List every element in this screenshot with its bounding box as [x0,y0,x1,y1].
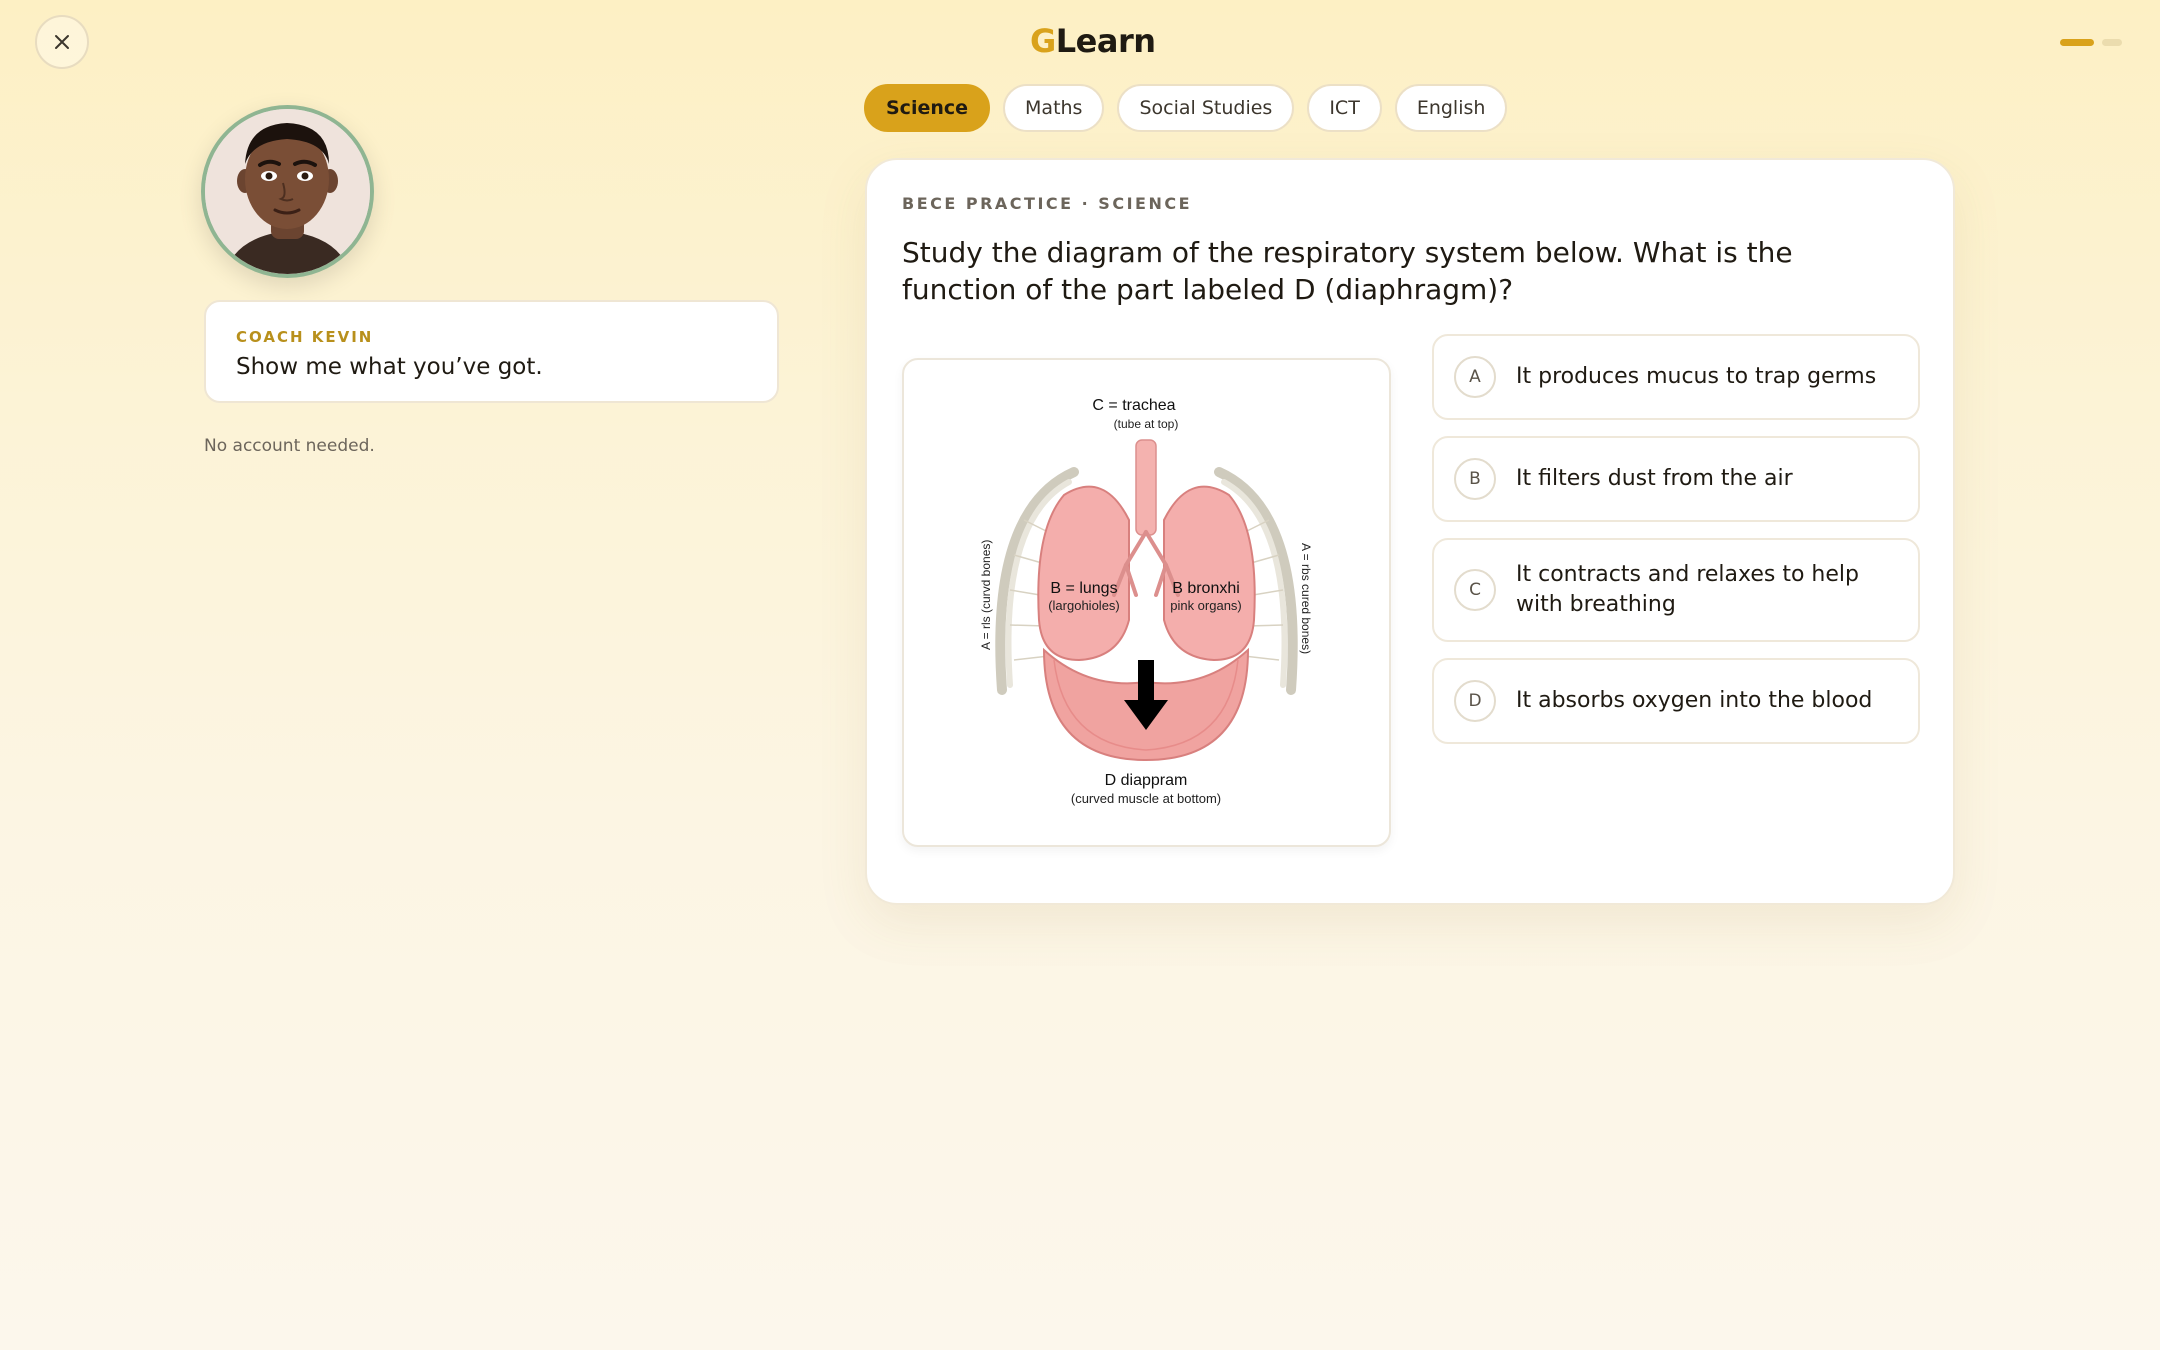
respiratory-diagram: C = trachea (tube at top) B = lungs (lar… [902,358,1391,847]
option-a[interactable]: A It produces mucus to trap germs [1432,334,1920,420]
account-note: No account needed. [204,436,375,456]
logo-text: Learn [1055,22,1156,60]
option-letter: B [1454,458,1496,500]
ribs-left-label: A = rls (curvd bones) [979,540,993,650]
coach-avatar-illustration [205,109,370,274]
ribs-right-label: A = rbs cured bones) [1299,543,1313,654]
trachea-shape [1135,439,1157,536]
diaphragm-label: D diappram [1105,772,1188,789]
trachea-label: C = trachea [1092,397,1175,414]
tab-science[interactable]: Science [864,84,991,132]
question-card: BECE PRACTICE · SCIENCE Study the diagra… [865,158,1955,905]
coach-name: COACH KEVIN [236,328,374,346]
question-category: BECE PRACTICE · SCIENCE [902,194,1193,213]
option-text: It contracts and relaxes to help with br… [1516,562,1859,617]
lungs-label: B = lungs [1050,580,1117,597]
option-text: It absorbs oxygen into the blood [1516,688,1873,713]
tab-english[interactable]: English [1394,84,1508,132]
coach-message-card: COACH KEVIN Show me what you’ve got. [204,300,779,403]
close-icon [55,35,69,49]
coach-avatar [201,105,374,278]
progress-segment-remaining [2102,39,2122,46]
close-button[interactable] [35,15,89,69]
option-text: It produces mucus to trap germs [1516,364,1877,389]
option-letter: A [1454,356,1496,398]
tab-social-studies[interactable]: Social Studies [1117,84,1295,132]
respiratory-diagram-svg: C = trachea (tube at top) B = lungs (lar… [979,397,1313,806]
option-b[interactable]: B It filters dust from the air [1432,436,1920,522]
trachea-sublabel: (tube at top) [1114,417,1179,431]
progress-indicator [2060,39,2122,46]
bronchi-label: B bronxhi [1172,580,1240,597]
option-c[interactable]: C It contracts and relaxes to help with … [1432,538,1920,642]
answer-options: A It produces mucus to trap germs B It f… [1432,334,1920,760]
tab-ict[interactable]: ICT [1307,84,1382,132]
option-letter: C [1454,569,1496,611]
coach-message: Show me what you’ve got. [236,354,543,380]
bronchi-sublabel: pink organs) [1170,598,1242,613]
option-letter: D [1454,680,1496,722]
app-logo: GLearn [1030,22,1156,60]
diaphragm-sublabel: (curved muscle at bottom) [1071,791,1221,806]
right-lung-shape [1163,485,1256,662]
logo-letter-g: G [1030,22,1056,60]
subject-tabs: Science Maths Social Studies ICT English [864,84,1508,132]
option-d[interactable]: D It absorbs oxygen into the blood [1432,658,1920,744]
lungs-sublabel: (largohioles) [1048,598,1120,613]
question-text: Study the diagram of the respiratory sys… [902,236,1793,306]
tab-maths[interactable]: Maths [1003,84,1105,132]
option-text: It filters dust from the air [1516,466,1793,491]
left-lung-shape [1037,485,1130,662]
progress-segment-done [2060,39,2094,46]
